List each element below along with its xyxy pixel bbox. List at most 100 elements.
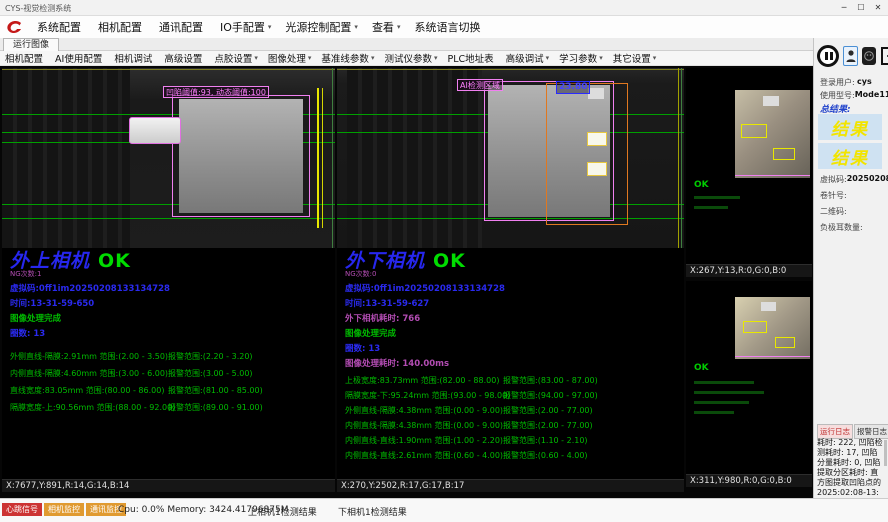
menu-item-language-switch[interactable]: 系统语言切换	[407, 19, 490, 35]
minimize-button[interactable]: ─	[837, 1, 851, 14]
camera-result-title: 外上相机OK	[10, 251, 333, 271]
face-icon	[864, 51, 874, 61]
app-window: CYS-视觉检测系统 ─ ☐ ✕ 系统配置 相机配置 通讯配置 IO手配置▾ 光…	[0, 0, 888, 522]
ok-status: OK	[694, 180, 709, 190]
needle-number-row: 卷针号:	[820, 190, 886, 201]
menu-item-comm-config[interactable]: 通讯配置	[152, 19, 213, 35]
edge-line	[337, 69, 684, 70]
bright-region	[761, 302, 776, 311]
model-row: 使用型号:Mode11	[820, 90, 886, 101]
menu-item-camera-config[interactable]: 相机配置	[91, 19, 152, 35]
result-display-lower: 结果	[818, 143, 882, 169]
threshold-overlay-label: 凹陷阈值:93, 动态阈值:100	[163, 86, 269, 98]
negative-tab-count-row: 负极耳数量:	[820, 222, 886, 233]
measure-rows: 外侧直线-隔膜:2.91mm 范围:(2.00 - 3.50)报警范围:(2.2…	[10, 348, 333, 416]
dropdown-arrow-icon: ▾	[354, 23, 358, 31]
ok-status: OK	[694, 363, 709, 373]
window-controls: ─ ☐ ✕	[837, 1, 885, 14]
measure-value-overlay: 23.80	[556, 81, 590, 94]
maximize-button[interactable]: ☐	[854, 1, 868, 14]
camera-view-small-bottom[interactable]: OK X:311,Y:980,R:0,G:0,B:0	[686, 281, 812, 487]
toolbar-advanced-settings[interactable]: 高级设置	[159, 51, 209, 65]
menu-item-light-control-config[interactable]: 光源控制配置▾	[278, 19, 365, 35]
virtual-code-line: 虚拟码:0ff1im20250208133134728	[10, 282, 333, 294]
time-line: 时间:13-31-59-627	[345, 297, 682, 309]
measure-row: 外侧直线-隔膜:4.38mm 范围:(0.00 - 9.00)报警范围:(2.0…	[345, 403, 682, 418]
measure-row: 隔膜宽度-上:90.56mm 范围:(88.00 - 92.00)报警范围:(8…	[10, 399, 333, 416]
dropdown-arrow-icon: ▾	[397, 23, 401, 31]
pixel-coords-bar: X:7677,Y:891,R:14,G:14,B:14	[2, 479, 335, 492]
login-user-row: 登录用户:cys	[820, 77, 886, 88]
camera-view-outer-lower[interactable]: AI检测区域 23.80 外下相机OK NG次数:0 虚拟码:0ff1im202…	[337, 68, 684, 492]
overlay-text-line	[694, 391, 764, 394]
tab-alarm-log[interactable]: 报警日志	[854, 424, 888, 439]
camera-thumbnail	[735, 90, 810, 178]
measure-row: 内侧直线-隔膜:4.38mm 范围:(0.00 - 9.00)报警范围:(2.0…	[345, 418, 682, 433]
camera-image: AI检测区域 23.80	[337, 68, 684, 248]
login-user-value: cys	[857, 77, 872, 88]
toolbar-baseline-params[interactable]: 基准线参数▾	[316, 51, 379, 65]
camera-view-small-top[interactable]: OK X:267,Y:13,R:0,G:0,B:0	[686, 68, 812, 277]
measure-row: 上极宽度:83.73mm 范围:(82.00 - 88.00)报警范围:(83.…	[345, 373, 682, 388]
measure-row: 外侧直线-隔膜:2.91mm 范围:(2.00 - 3.50)报警范围:(2.2…	[10, 348, 333, 365]
main-area: 凹陷阈值:93, 动态阈值:100 外上相机OK NG次数:1 虚拟码:0ff1…	[0, 66, 813, 498]
virtual-code-line: 虚拟码:0ff1im20250208133134728	[345, 282, 682, 294]
virtual-code-value: 20250208	[847, 174, 888, 185]
result-display-upper: 结果	[818, 114, 882, 140]
toolbar-other-settings[interactable]: 其它设置▾	[608, 51, 662, 65]
toolbar-tester-params[interactable]: 测试仪参数▾	[379, 51, 442, 65]
ok-status: OK	[98, 250, 131, 272]
exit-door-icon	[881, 47, 888, 65]
toolbar-advanced-debug[interactable]: 高级调试▾	[501, 51, 555, 65]
lower-camera-result-text: 下相机1检测结果	[338, 505, 407, 518]
model-value: Mode11	[855, 90, 888, 101]
status-chips: 心跳信号 相机监控 通讯监控	[2, 503, 126, 516]
measure-row: 内侧直线-直线:2.61mm 范围:(0.60 - 4.00)报警范围:(0.6…	[345, 448, 682, 463]
roi-rectangle	[172, 95, 310, 217]
qrcode-row: 二维码:	[820, 206, 886, 217]
pixel-coords-bar: X:311,Y:980,R:0,G:0,B:0	[686, 474, 812, 487]
toolbar-plc-address-table[interactable]: PLC地址表	[442, 51, 500, 65]
toolbar-learning-params[interactable]: 学习参数▾	[554, 51, 608, 65]
detect-box	[775, 337, 795, 348]
login-user-button[interactable]	[843, 46, 858, 66]
edge-line-green	[332, 68, 333, 248]
camera-view-outer-upper[interactable]: 凹陷阈值:93, 动态阈值:100 外上相机OK NG次数:1 虚拟码:0ff1…	[2, 68, 335, 492]
menubar: 系统配置 相机配置 通讯配置 IO手配置▾ 光源控制配置▾ 查看▾ 系统语言切换	[0, 16, 888, 38]
window-title: CYS-视觉检测系统	[5, 3, 71, 14]
toolbar: 相机配置 AI使用配置 相机调试 高级设置 点胶设置▾ 图像处理▾ 基准线参数▾…	[0, 51, 813, 66]
process-done-line: 图像处理完成	[10, 312, 333, 324]
tab-run-log[interactable]: 运行日志	[817, 424, 853, 439]
tab-run-image[interactable]: 运行图像	[3, 38, 59, 51]
menu-item-io-config[interactable]: IO手配置▾	[213, 19, 278, 35]
ai-region-label: AI检测区域	[457, 79, 503, 91]
toolbar-camera-config[interactable]: 相机配置	[0, 51, 50, 65]
exit-button[interactable]	[880, 46, 888, 66]
toolbar-dispensing-settings[interactable]: 点胶设置▾	[209, 51, 263, 65]
overlay-text-line	[694, 381, 754, 384]
toolbar-ai-usage-config[interactable]: AI使用配置	[50, 51, 109, 65]
detect-box	[773, 148, 795, 160]
overlay-text-line	[694, 411, 734, 414]
turns-line: 圈数: 13	[10, 327, 333, 339]
edge-line	[2, 69, 335, 70]
close-button[interactable]: ✕	[871, 1, 885, 14]
toolbar-camera-debug[interactable]: 相机调试	[109, 51, 159, 65]
menu-item-view[interactable]: 查看▾	[365, 19, 408, 35]
toolbar-image-processing[interactable]: 图像处理▾	[263, 51, 317, 65]
dropdown-arrow-icon: ▾	[308, 54, 312, 62]
measure-line-yellow	[317, 88, 319, 228]
log-scrollbar[interactable]	[884, 440, 887, 466]
measure-line-yellow	[322, 88, 323, 228]
user-status-button[interactable]	[862, 47, 876, 65]
dropdown-arrow-icon: ▾	[268, 23, 272, 31]
app-logo-icon	[5, 19, 25, 36]
camera-thumbnail	[735, 297, 810, 359]
pause-button[interactable]	[817, 45, 839, 67]
sidebar-buttons	[817, 45, 888, 67]
menu-item-system-config[interactable]: 系统配置	[30, 19, 91, 35]
detect-box	[743, 321, 767, 333]
overlay-text-line	[694, 206, 728, 209]
edge-line-green	[681, 68, 682, 248]
measure-row: 直线宽度:83.05mm 范围:(80.00 - 86.00)报警范围:(81.…	[10, 382, 333, 399]
